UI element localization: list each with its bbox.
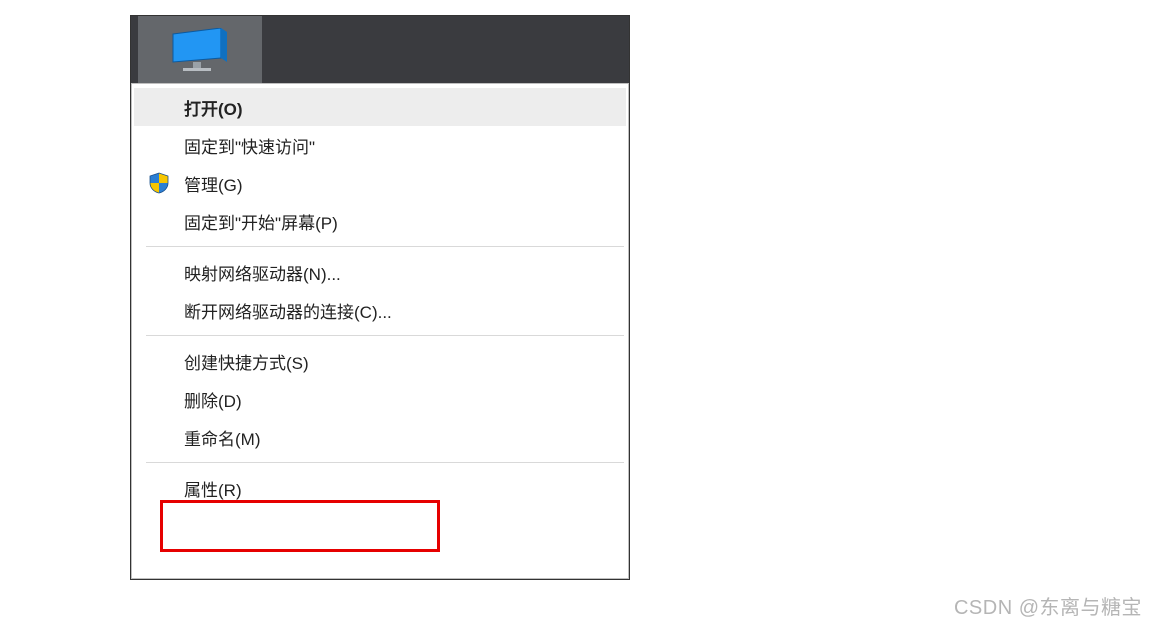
menu-item-map-network-drive[interactable]: 映射网络驱动器(N)... bbox=[134, 253, 626, 291]
monitor-icon bbox=[171, 28, 229, 72]
menu-item-label: 属性(R) bbox=[184, 476, 626, 501]
menu-item-label: 映射网络驱动器(N)... bbox=[184, 260, 626, 285]
menu-item-rename[interactable]: 重命名(M) bbox=[134, 418, 626, 456]
icon-slot bbox=[134, 172, 184, 194]
menu-item-label: 打开(O) bbox=[184, 95, 626, 120]
context-menu: 打开(O) 固定到"快速访问" 管理(G) 固定到"开始"屏幕(P) bbox=[131, 83, 629, 579]
taskbar bbox=[131, 16, 629, 83]
screenshot-frame: 打开(O) 固定到"快速访问" 管理(G) 固定到"开始"屏幕(P) bbox=[130, 15, 630, 580]
watermark: CSDN @东离与糖宝 bbox=[954, 591, 1142, 620]
separator bbox=[146, 462, 624, 463]
menu-item-label: 管理(G) bbox=[184, 171, 626, 196]
menu-item-delete[interactable]: 删除(D) bbox=[134, 380, 626, 418]
taskbar-button-this-pc[interactable] bbox=[138, 16, 262, 83]
menu-item-pin-quick-access[interactable]: 固定到"快速访问" bbox=[134, 126, 626, 164]
menu-item-label: 固定到"开始"屏幕(P) bbox=[184, 209, 626, 234]
separator bbox=[146, 246, 624, 247]
menu-item-properties[interactable]: 属性(R) bbox=[134, 469, 626, 507]
menu-item-create-shortcut[interactable]: 创建快捷方式(S) bbox=[134, 342, 626, 380]
menu-item-disconnect-network-drive[interactable]: 断开网络驱动器的连接(C)... bbox=[134, 291, 626, 329]
menu-item-label: 断开网络驱动器的连接(C)... bbox=[184, 298, 626, 323]
menu-item-manage[interactable]: 管理(G) bbox=[134, 164, 626, 202]
menu-item-label: 创建快捷方式(S) bbox=[184, 349, 626, 374]
menu-item-label: 重命名(M) bbox=[184, 425, 626, 450]
menu-item-label: 删除(D) bbox=[184, 387, 626, 412]
menu-item-label: 固定到"快速访问" bbox=[184, 133, 626, 158]
separator bbox=[146, 335, 624, 336]
menu-item-pin-start[interactable]: 固定到"开始"屏幕(P) bbox=[134, 202, 626, 240]
menu-item-open[interactable]: 打开(O) bbox=[134, 88, 626, 126]
shield-icon bbox=[148, 172, 170, 194]
